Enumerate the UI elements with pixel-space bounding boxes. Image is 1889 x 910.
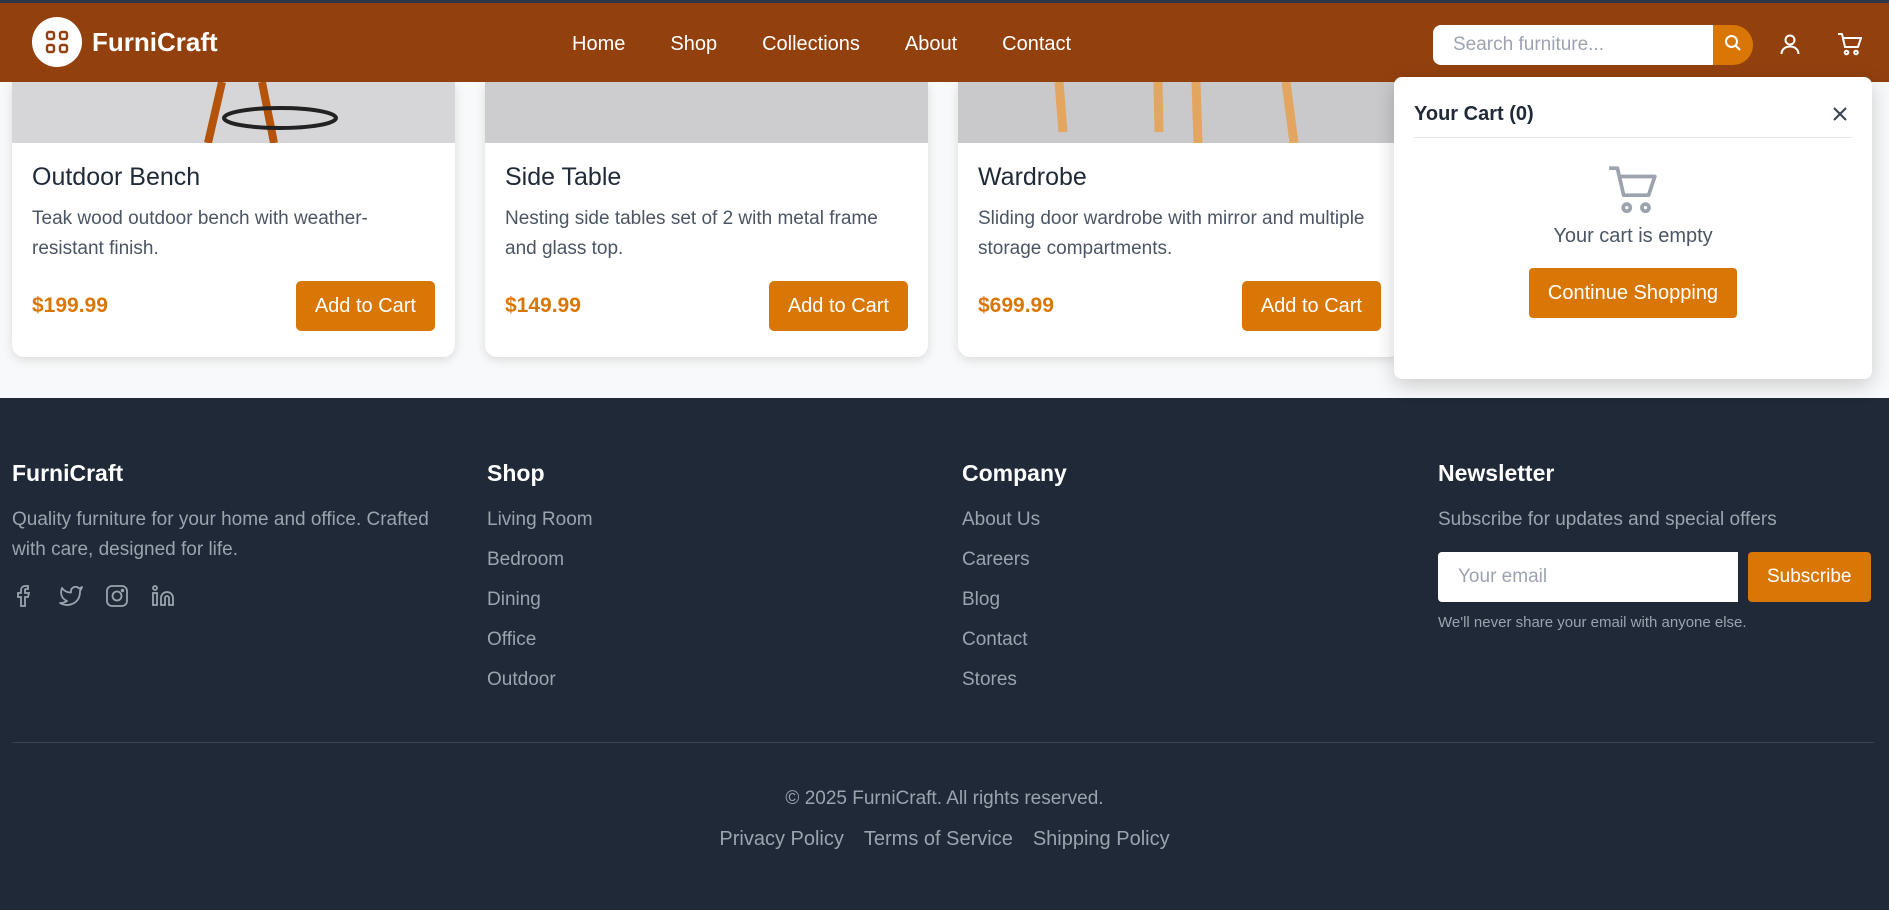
legal-links: Privacy Policy Terms of Service Shipping… [0,828,1889,851]
shipping-policy-link[interactable]: Shipping Policy [1033,828,1170,851]
product-price: $149.99 [505,294,581,317]
linkedin-icon[interactable] [150,583,176,609]
add-to-cart-button[interactable]: Add to Cart [1241,281,1381,331]
footer-link-outdoor[interactable]: Outdoor [487,665,593,705]
nav-about[interactable]: About [905,33,957,56]
user-icon[interactable] [1775,29,1805,59]
newsletter-text: Subscribe for updates and special offers [1438,509,1777,530]
nav-home[interactable]: Home [572,33,625,56]
footer-link-living-room[interactable]: Living Room [487,505,593,545]
footer-link-careers[interactable]: Careers [962,545,1067,585]
site-footer: FurniCraft Quality furniture for your ho… [0,398,1889,910]
product-title: Wardrobe [978,163,1087,191]
footer-link-stores[interactable]: Stores [962,665,1067,705]
product-price: $699.99 [978,294,1054,317]
footer-brand-text: Quality furniture for your home and offi… [12,509,429,560]
copyright-text: © 2025 FurniCraft. All rights reserved. [785,788,1104,809]
empty-cart-icon [1606,166,1660,220]
footer-link-contact[interactable]: Contact [962,625,1067,665]
footer-shop: Shop Living Room Bedroom Dining Office O… [487,460,593,705]
add-to-cart-button[interactable]: Add to Cart [768,281,908,331]
cart-title: Your Cart (0) [1414,102,1534,125]
cart-icon[interactable] [1834,29,1864,59]
product-description: Sliding door wardrobe with mirror and mu… [978,208,1365,259]
product-image [958,82,1401,143]
product-price: $199.99 [32,294,108,317]
footer-company: Company About Us Careers Blog Contact St… [962,460,1067,705]
subscribe-button[interactable]: Subscribe [1748,552,1871,602]
product-card: Side Table Nesting side tables set of 2 … [485,82,928,357]
footer-divider [12,742,1874,743]
add-to-cart-button[interactable]: Add to Cart [295,281,435,331]
footer-shop-title: Shop [487,460,545,486]
facebook-icon[interactable] [12,583,38,609]
product-title: Side Table [505,163,622,191]
product-card: Outdoor Bench Teak wood outdoor bench wi… [12,82,455,357]
footer-link-bedroom[interactable]: Bedroom [487,545,593,585]
search-button[interactable] [1713,25,1753,65]
search-input[interactable] [1433,25,1713,65]
product-description: Teak wood outdoor bench with weather-res… [32,208,368,259]
product-image [485,82,928,143]
footer-newsletter: Newsletter Subscribe for updates and spe… [1438,460,1871,631]
continue-shopping-button[interactable]: Continue Shopping [1528,268,1738,318]
footer-brand-title: FurniCraft [12,460,124,486]
brand-name: FurniCraft [92,26,218,57]
product-card: Wardrobe Sliding door wardrobe with mirr… [958,82,1401,357]
search-icon [1724,34,1742,57]
product-title: Outdoor Bench [32,163,201,191]
newsletter-note: We'll never share your email with anyone… [1438,614,1747,631]
footer-link-dining[interactable]: Dining [487,585,593,625]
newsletter-email-field[interactable] [1438,552,1738,602]
terms-of-service-link[interactable]: Terms of Service [864,828,1013,851]
brand-logo[interactable]: FurniCraft [32,17,218,67]
instagram-icon[interactable] [104,583,130,609]
newsletter-form: Subscribe [1438,552,1871,602]
grid-icon [32,17,82,67]
cart-dropdown: Your Cart (0) Your cart is empty Continu… [1394,77,1872,379]
footer-link-office[interactable]: Office [487,625,593,665]
twitter-icon[interactable] [58,583,84,609]
privacy-policy-link[interactable]: Privacy Policy [719,828,843,851]
site-header: FurniCraft Home Shop Collections About C… [0,0,1889,82]
footer-link-blog[interactable]: Blog [962,585,1067,625]
nav-shop[interactable]: Shop [670,33,717,56]
footer-company-title: Company [962,460,1067,486]
social-links [12,583,432,609]
search-bar [1433,25,1753,65]
newsletter-title: Newsletter [1438,460,1555,486]
nav-collections[interactable]: Collections [762,33,860,56]
product-image [12,82,455,143]
main-nav: Home Shop Collections About Contact [572,3,1071,85]
nav-contact[interactable]: Contact [1002,33,1071,56]
footer-link-about-us[interactable]: About Us [962,505,1067,545]
cart-empty-message: Your cart is empty [1553,225,1713,247]
close-icon[interactable] [1828,102,1852,126]
footer-brand: FurniCraft Quality furniture for your ho… [12,460,432,609]
product-description: Nesting side tables set of 2 with metal … [505,208,878,259]
